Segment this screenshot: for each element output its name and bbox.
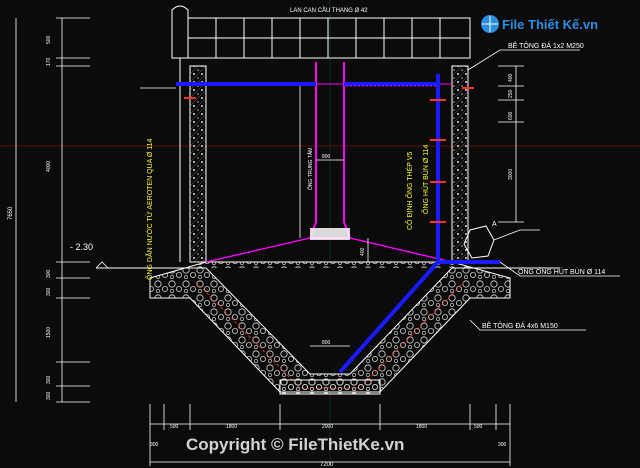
left-wall xyxy=(189,65,207,263)
dim-bottom-total: 7200 xyxy=(320,462,334,468)
dim-left-total: 7650 xyxy=(8,206,14,220)
dim-left-0: 500 xyxy=(46,35,52,44)
dim-left-3: 300 xyxy=(46,269,52,278)
base-slab xyxy=(279,379,381,395)
dim-center-top: 800 xyxy=(322,154,331,160)
left-dimension-chain xyxy=(15,17,90,403)
inlet-pipe-label: ỐNG DẪN NƯỚC TỪ AEROTEN QUA Ø 114 xyxy=(144,138,154,280)
detail-a-label: A xyxy=(492,221,497,228)
dim-left-2: 4000 xyxy=(46,161,52,172)
dim-right-3: 3000 xyxy=(508,169,514,180)
dim-left-4: 300 xyxy=(46,287,52,296)
railing xyxy=(171,5,471,262)
dim-bottom-6: 300 xyxy=(498,442,507,448)
dim-left-1: 170 xyxy=(46,57,52,66)
right-dimension-chain xyxy=(498,65,524,223)
concrete-top-label: BÊ TÔNG ĐÁ 1x2 M250 xyxy=(508,41,584,50)
dim-right-1: 250 xyxy=(508,89,514,98)
sludge-pipe-vertical-label: ỐNG HÚT BÙN Ø 114 xyxy=(420,145,430,214)
dim-cone-height: 400 xyxy=(360,247,366,256)
dim-bottom-0: 300 xyxy=(150,442,159,448)
dim-bottom-2: 1800 xyxy=(226,424,237,430)
logo-text: File Thiết Kế.vn xyxy=(502,17,598,32)
tank-section-svg: LAN CAN CẦU THANG Ø 42 BÊ TÔNG ĐÁ 1x2 M2… xyxy=(0,0,640,468)
dim-center-bottom: 800 xyxy=(322,340,331,346)
copyright-watermark: Copyright © FileThietKe.vn xyxy=(186,435,404,454)
dim-bottom-1: 500 xyxy=(170,424,179,430)
steel-fix-label: CỐ ĐỊNH ỐNG THÉP V5 xyxy=(404,152,414,230)
dim-right-2: 600 xyxy=(508,111,514,120)
dim-left-7: 300 xyxy=(46,391,52,400)
dim-left-6: 300 xyxy=(46,375,52,384)
right-wall xyxy=(451,65,469,263)
railing-label: LAN CAN CẦU THANG Ø 42 xyxy=(290,7,368,14)
level-label: - 2.30 xyxy=(70,242,93,252)
dim-bottom-4: 1800 xyxy=(416,424,427,430)
dim-bottom-5: 500 xyxy=(474,424,483,430)
dim-left-5: 1500 xyxy=(46,327,52,338)
dim-bottom-3: 2000 xyxy=(322,424,333,430)
cad-drawing-canvas[interactable]: LAN CAN CẦU THANG Ø 42 BÊ TÔNG ĐÁ 1x2 M2… xyxy=(0,0,640,468)
concrete-bottom-label: BÊ TÔNG ĐÁ 4x6 M150 xyxy=(482,321,558,330)
deflector-plate xyxy=(310,228,350,240)
logo: File Thiết Kế.vn xyxy=(481,15,598,33)
center-pipe-label: ỐNG TRUNG TÂM xyxy=(307,148,314,190)
dim-right-0: 400 xyxy=(508,73,514,82)
